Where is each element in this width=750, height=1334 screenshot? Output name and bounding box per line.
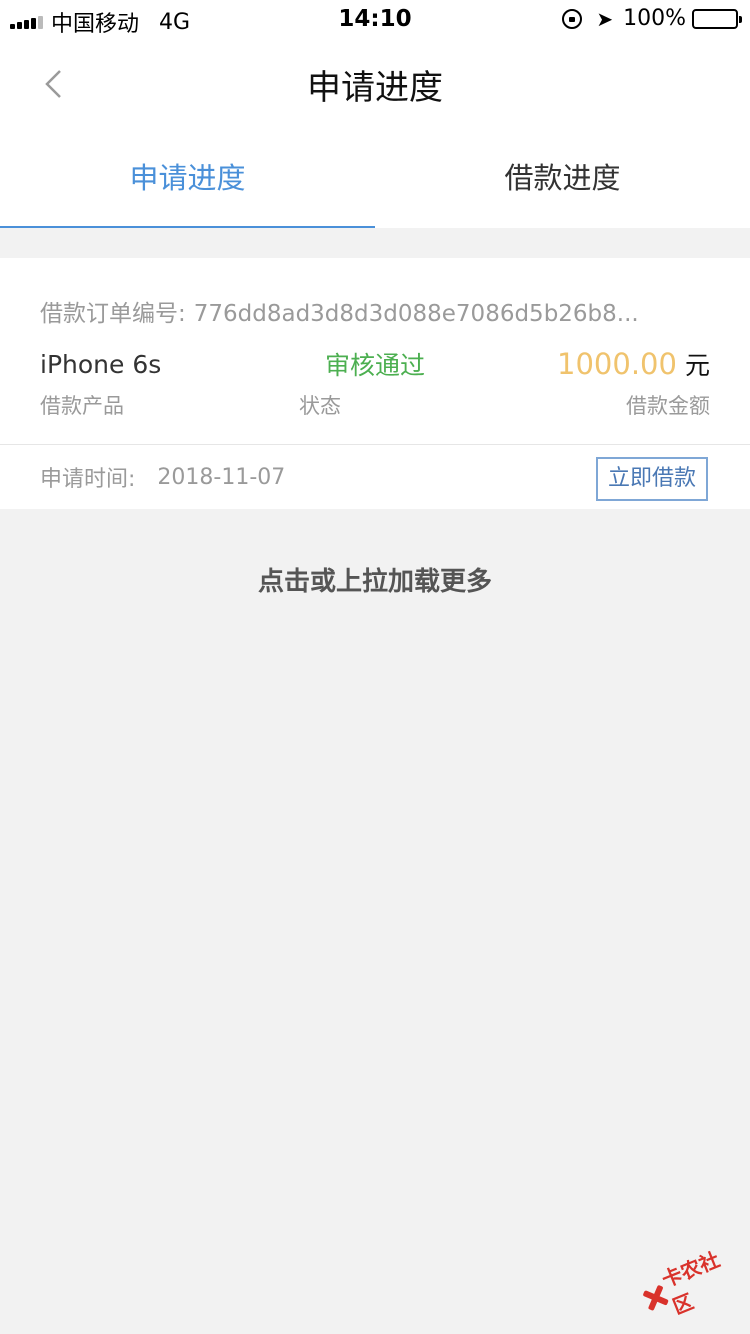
- watermark: 卡农社区: [632, 1237, 747, 1330]
- borrow-now-button[interactable]: 立即借款: [595, 457, 708, 501]
- apply-time-label: 申请时间:: [40, 467, 136, 492]
- status-bar: 中国移动 4G 14:10 ➤ 100%: [0, 0, 750, 40]
- watermark-text: 卡农社区: [658, 1247, 724, 1319]
- currency-unit: 元: [684, 351, 710, 380]
- order-card[interactable]: 借款订单编号: 776dd8ad3d8d3d088e7086d5b26b8... …: [0, 258, 750, 509]
- product-label: 借款产品: [40, 394, 124, 418]
- loan-amount: 1000.00 元: [487, 346, 710, 382]
- tab-loan-progress[interactable]: 借款进度: [375, 128, 750, 228]
- order-labels-row: 借款产品 状态 借款金额: [0, 384, 750, 444]
- apply-time-value: 2018-11-07: [157, 464, 286, 490]
- order-number-label: 借款订单编号:: [40, 301, 186, 327]
- page-title: 申请进度: [307, 68, 443, 108]
- order-number-row: 借款订单编号: 776dd8ad3d8d3d088e7086d5b26b8...: [0, 258, 750, 328]
- load-more-button[interactable]: 点击或上拉加载更多: [0, 561, 750, 598]
- orientation-lock-icon: [562, 8, 583, 29]
- order-info-row: iPhone 6s 审核通过 1000.00 元: [0, 328, 750, 384]
- status-label: 状态: [299, 394, 341, 418]
- product-name: iPhone 6s: [40, 349, 162, 379]
- battery-icon: [692, 8, 742, 29]
- status-badge: 审核通过: [324, 351, 425, 380]
- apply-time-row: 申请时间: 2018-11-07 立即借款: [0, 445, 750, 509]
- tab-application-progress[interactable]: 申请进度: [0, 128, 375, 228]
- location-arrow-icon: ➤: [596, 6, 614, 31]
- header-area: 中国移动 4G 14:10 ➤ 100% 申请进度 申请进度 借款进度: [0, 0, 750, 228]
- amount-label: 借款金额: [626, 394, 711, 418]
- tab-bar: 申请进度 借款进度: [0, 128, 750, 228]
- order-number: 776dd8ad3d8d3d088e7086d5b26b8...: [193, 301, 639, 327]
- battery-percent: 100%: [623, 6, 686, 31]
- status-right: ➤ 100%: [562, 6, 742, 31]
- amount-value: 1000.00: [557, 347, 677, 381]
- navigation-bar: 申请进度: [0, 40, 750, 128]
